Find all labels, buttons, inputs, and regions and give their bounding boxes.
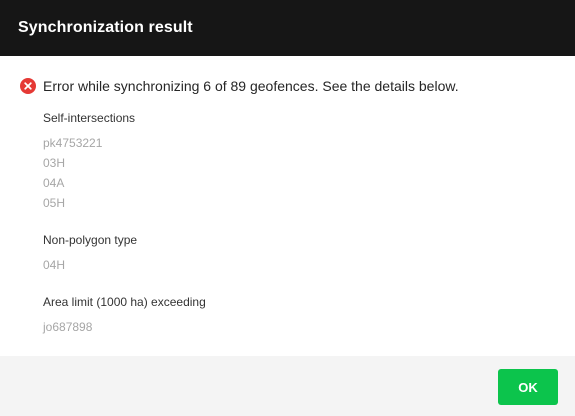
geofence-id: pk4753221 [43, 136, 103, 150]
group-title: Area limit (1000 ha) exceeding [43, 295, 206, 309]
dialog-footer: OK [0, 356, 575, 416]
dialog-body: Error while synchronizing 6 of 89 geofen… [0, 56, 575, 356]
geofence-id: jo687898 [43, 320, 93, 334]
error-group-non-polygon: Non-polygon type 04H [43, 232, 543, 275]
geofence-id: 04H [43, 258, 66, 272]
error-message-row: Error while synchronizing 6 of 89 geofen… [20, 78, 459, 94]
error-details: Self-intersections pk4753221 03H 04A 05H… [43, 110, 543, 356]
ok-button[interactable]: OK [498, 369, 558, 405]
geofence-id: 05H [43, 196, 66, 210]
geofence-id: 04A [43, 176, 65, 190]
error-message: Error while synchronizing 6 of 89 geofen… [43, 78, 459, 94]
group-title: Self-intersections [43, 111, 136, 125]
dialog-header: Synchronization result [0, 0, 575, 56]
sync-result-dialog: Synchronization result Error while synch… [0, 0, 575, 416]
dialog-title: Synchronization result [18, 19, 193, 36]
group-title: Non-polygon type [43, 233, 138, 247]
error-group-area-limit: Area limit (1000 ha) exceeding jo687898 [43, 294, 543, 337]
error-circle-icon [20, 78, 36, 94]
geofence-id: 03H [43, 156, 66, 170]
error-group-self-intersections: Self-intersections pk4753221 03H 04A 05H [43, 110, 543, 213]
